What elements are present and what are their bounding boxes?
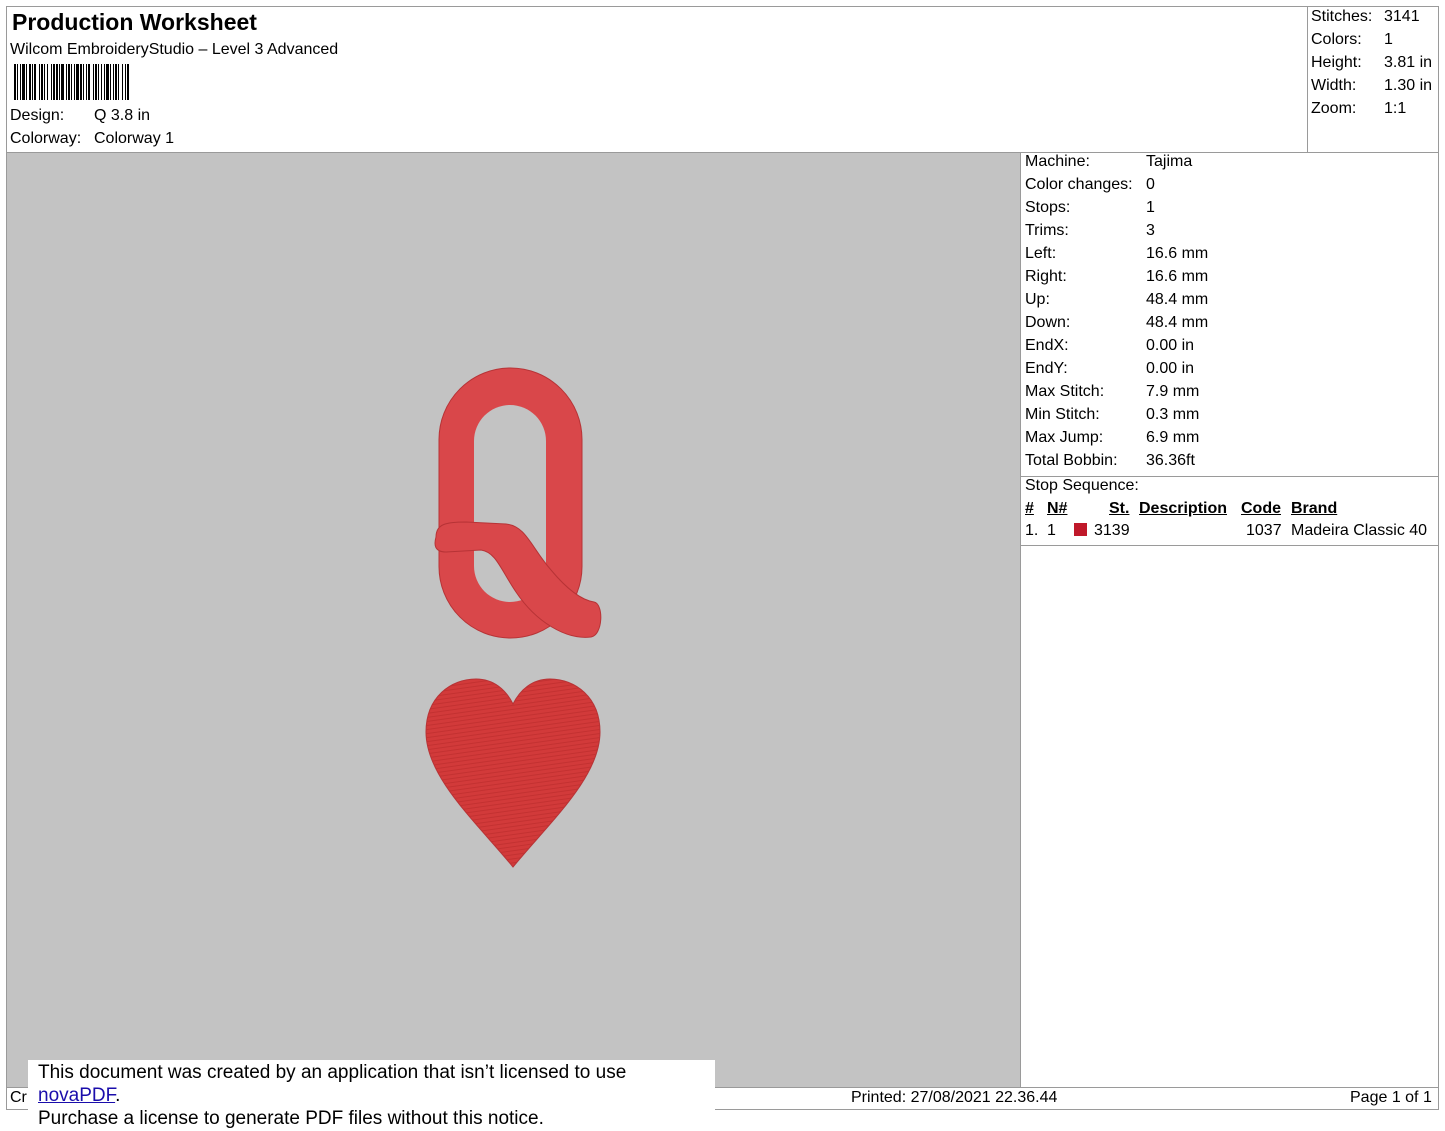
stat-label: Left: (1025, 245, 1057, 262)
heart-shape (425, 678, 601, 868)
colorway-value: Colorway 1 (94, 130, 175, 147)
stat-value: 1 (1146, 199, 1155, 216)
stop-sequence-title: Stop Sequence: (1025, 477, 1139, 494)
summary-value: 3.81 in (1384, 54, 1433, 71)
design-label: Design: (10, 107, 65, 124)
stat-label: Down: (1025, 314, 1071, 331)
stat-label: Color changes: (1025, 176, 1133, 193)
stat-value: 36.36ft (1146, 452, 1195, 469)
stat-label: Up: (1025, 291, 1050, 308)
page-number: Page 1 of 1 (1350, 1089, 1432, 1106)
col-n: N# (1047, 500, 1068, 517)
stat-value: 48.4 mm (1146, 291, 1209, 308)
notice-suffix: . (115, 1085, 121, 1106)
notice-line-1: This document was created by an applicat… (38, 1061, 705, 1107)
summary-label: Stitches: (1311, 8, 1373, 25)
stat-label: Min Stitch: (1025, 406, 1100, 423)
stat-label: Max Stitch: (1025, 383, 1105, 400)
stat-value: 6.9 mm (1146, 429, 1200, 446)
stat-value: 16.6 mm (1146, 245, 1209, 262)
stat-label: Total Bobbin: (1025, 452, 1118, 469)
summary-value: 1.30 in (1384, 77, 1433, 94)
stat-label: EndY: (1025, 360, 1068, 377)
stat-label: Right: (1025, 268, 1067, 285)
row-num: 1. (1025, 522, 1039, 539)
page-title: Production Worksheet (12, 9, 257, 35)
col-brand: Brand (1291, 500, 1338, 517)
row-n: 1 (1047, 522, 1056, 539)
stat-value: 16.6 mm (1146, 268, 1209, 285)
stat-value: 3 (1146, 222, 1155, 239)
row-st: 3139 (1094, 522, 1130, 539)
empty-panel (1020, 545, 1439, 1088)
stat-label: Max Jump: (1025, 429, 1104, 446)
printed-timestamp: Printed: 27/08/2021 22.36.44 (851, 1089, 1058, 1106)
summary-value: 1 (1384, 31, 1393, 48)
summary-value: 3141 (1384, 8, 1420, 25)
stat-value: Tajima (1146, 153, 1193, 170)
stat-value: 0.00 in (1146, 337, 1195, 354)
stat-value: 7.9 mm (1146, 383, 1200, 400)
embroidery-design (425, 367, 602, 868)
stat-value: 0 (1146, 176, 1155, 193)
stat-label: Stops: (1025, 199, 1071, 216)
col-description: Description (1139, 500, 1228, 517)
notice-line-2: Purchase a license to generate PDF files… (38, 1108, 544, 1129)
notice-prefix: This document was created by an applicat… (38, 1062, 627, 1083)
barcode (14, 64, 129, 100)
colorway-label: Colorway: (10, 130, 82, 147)
stat-value: 0.00 in (1146, 360, 1195, 377)
novapdf-link[interactable]: novaPDF (38, 1085, 115, 1106)
design-value: Q 3.8 in (94, 107, 151, 124)
stat-value: 48.4 mm (1146, 314, 1209, 331)
col-num: # (1025, 500, 1034, 517)
summary-value: 1:1 (1384, 100, 1407, 117)
summary-label: Colors: (1311, 31, 1362, 48)
stat-label: Machine: (1025, 153, 1090, 170)
license-notice: This document was created by an applicat… (28, 1060, 715, 1131)
stat-label: Trims: (1025, 222, 1069, 239)
software-name: Wilcom EmbroideryStudio – Level 3 Advanc… (10, 41, 339, 58)
row-brand: Madeira Classic 40 (1291, 522, 1428, 539)
summary-label: Zoom: (1311, 100, 1357, 117)
footer-left-fragment: Cr (10, 1089, 27, 1106)
thread-color-swatch (1074, 523, 1087, 536)
stat-value: 0.3 mm (1146, 406, 1200, 423)
summary-label: Width: (1311, 77, 1357, 94)
summary-label: Height: (1311, 54, 1362, 71)
col-st: St. (1109, 500, 1130, 517)
letter-q-shape (434, 367, 602, 639)
row-code: 1037 (1246, 522, 1282, 539)
stat-label: EndX: (1025, 337, 1069, 354)
col-code: Code (1241, 500, 1281, 517)
